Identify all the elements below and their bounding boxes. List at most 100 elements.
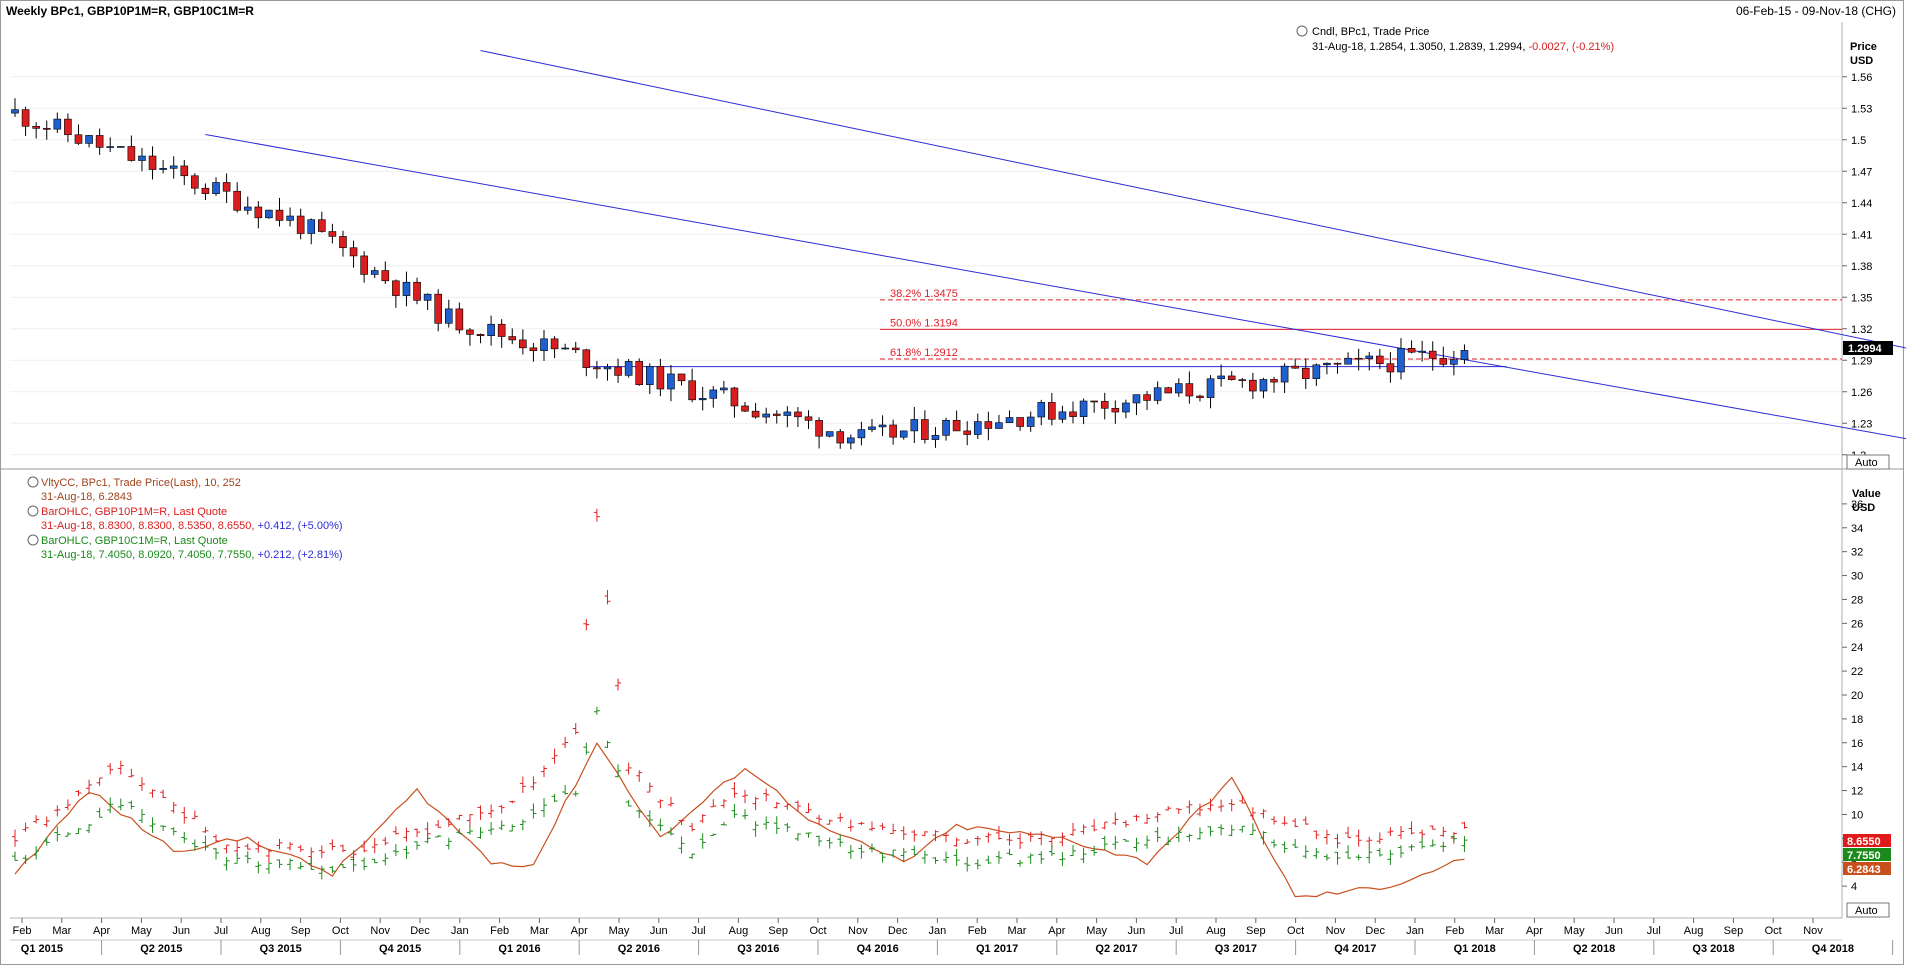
candle[interactable] xyxy=(64,118,72,136)
candle[interactable] xyxy=(1005,417,1014,423)
candle[interactable] xyxy=(1079,400,1088,417)
candle[interactable] xyxy=(730,387,739,407)
candle[interactable] xyxy=(180,165,189,177)
candle[interactable] xyxy=(201,187,210,194)
candle[interactable] xyxy=(138,155,146,161)
candle[interactable] xyxy=(487,323,495,337)
candle[interactable] xyxy=(741,405,749,412)
candle[interactable] xyxy=(1407,347,1416,353)
candle[interactable] xyxy=(1323,362,1331,366)
candle[interactable] xyxy=(667,373,675,390)
volatility-panel[interactable] xyxy=(10,470,1842,918)
candle[interactable] xyxy=(847,437,855,444)
candle[interactable] xyxy=(1016,417,1024,427)
candle[interactable] xyxy=(794,411,802,418)
candle[interactable] xyxy=(720,387,728,391)
candle[interactable] xyxy=(688,380,696,401)
candle[interactable] xyxy=(709,389,718,399)
candle[interactable] xyxy=(1122,402,1130,413)
candle[interactable] xyxy=(95,135,104,148)
candle[interactable] xyxy=(318,219,326,232)
vol-settings-icon[interactable] xyxy=(27,476,39,488)
candle[interactable] xyxy=(973,421,982,435)
candle[interactable] xyxy=(402,281,411,296)
candle[interactable] xyxy=(1048,402,1056,420)
candle[interactable] xyxy=(1259,379,1268,392)
candle[interactable] xyxy=(783,411,792,416)
candle[interactable] xyxy=(191,175,199,189)
candle[interactable] xyxy=(561,347,569,350)
candle[interactable] xyxy=(571,347,580,351)
candle[interactable] xyxy=(233,190,241,211)
candle[interactable] xyxy=(1270,379,1278,383)
candle[interactable] xyxy=(1185,383,1194,397)
series-settings-icon[interactable] xyxy=(1296,25,1308,37)
candle[interactable] xyxy=(677,373,686,382)
candle[interactable] xyxy=(995,422,1003,429)
candle[interactable] xyxy=(466,329,474,335)
candle[interactable] xyxy=(899,430,908,438)
candle[interactable] xyxy=(413,281,421,301)
candle[interactable] xyxy=(582,349,591,368)
candle[interactable] xyxy=(21,109,30,127)
candle[interactable] xyxy=(1291,365,1299,369)
price-panel[interactable] xyxy=(10,22,1842,470)
candle[interactable] xyxy=(825,431,834,437)
candle[interactable] xyxy=(1069,411,1077,417)
candle[interactable] xyxy=(762,413,770,418)
candle[interactable] xyxy=(42,128,51,130)
candle[interactable] xyxy=(159,168,167,170)
candle[interactable] xyxy=(857,429,866,439)
candle[interactable] xyxy=(243,206,252,211)
candle[interactable] xyxy=(984,421,993,429)
candle[interactable] xyxy=(1143,394,1151,401)
candle[interactable] xyxy=(85,135,93,144)
candle[interactable] xyxy=(868,426,876,430)
candle[interactable] xyxy=(296,215,305,234)
candle[interactable] xyxy=(370,270,379,275)
candle[interactable] xyxy=(11,109,19,114)
candle[interactable] xyxy=(392,280,400,296)
candle[interactable] xyxy=(1460,350,1469,360)
candle[interactable] xyxy=(286,215,294,221)
candle[interactable] xyxy=(550,338,559,350)
candle[interactable] xyxy=(624,361,633,376)
candle[interactable] xyxy=(593,367,601,370)
candle[interactable] xyxy=(444,308,453,324)
candle[interactable] xyxy=(32,126,40,129)
candle[interactable] xyxy=(265,209,273,219)
candle[interactable] xyxy=(212,182,220,194)
candle[interactable] xyxy=(921,419,929,440)
candle[interactable] xyxy=(1058,411,1067,420)
candle[interactable] xyxy=(952,419,961,432)
candle[interactable] xyxy=(1132,394,1141,404)
candle[interactable] xyxy=(1376,355,1384,364)
candle[interactable] xyxy=(1397,347,1405,373)
candle[interactable] xyxy=(1026,416,1035,427)
candle[interactable] xyxy=(74,134,83,144)
candle[interactable] xyxy=(434,293,443,324)
candle[interactable] xyxy=(508,336,517,341)
candle[interactable] xyxy=(1238,379,1247,381)
candle[interactable] xyxy=(931,435,940,440)
candle[interactable] xyxy=(529,347,538,351)
candle[interactable] xyxy=(614,366,622,376)
candle[interactable] xyxy=(381,270,390,282)
candle[interactable] xyxy=(519,339,527,349)
candle[interactable] xyxy=(423,293,432,301)
candle[interactable] xyxy=(1386,363,1395,373)
candle[interactable] xyxy=(148,155,157,170)
candle[interactable] xyxy=(635,361,644,385)
candle[interactable] xyxy=(1175,383,1183,394)
candle[interactable] xyxy=(1428,350,1437,359)
candle[interactable] xyxy=(540,338,548,351)
candle[interactable] xyxy=(1354,357,1363,360)
candle[interactable] xyxy=(1090,400,1098,403)
candle[interactable] xyxy=(106,146,115,148)
candle[interactable] xyxy=(1217,375,1225,380)
candle[interactable] xyxy=(349,247,358,257)
candle[interactable] xyxy=(836,431,845,444)
candle[interactable] xyxy=(1344,357,1352,365)
candle[interactable] xyxy=(772,413,781,416)
candle[interactable] xyxy=(1312,364,1321,379)
